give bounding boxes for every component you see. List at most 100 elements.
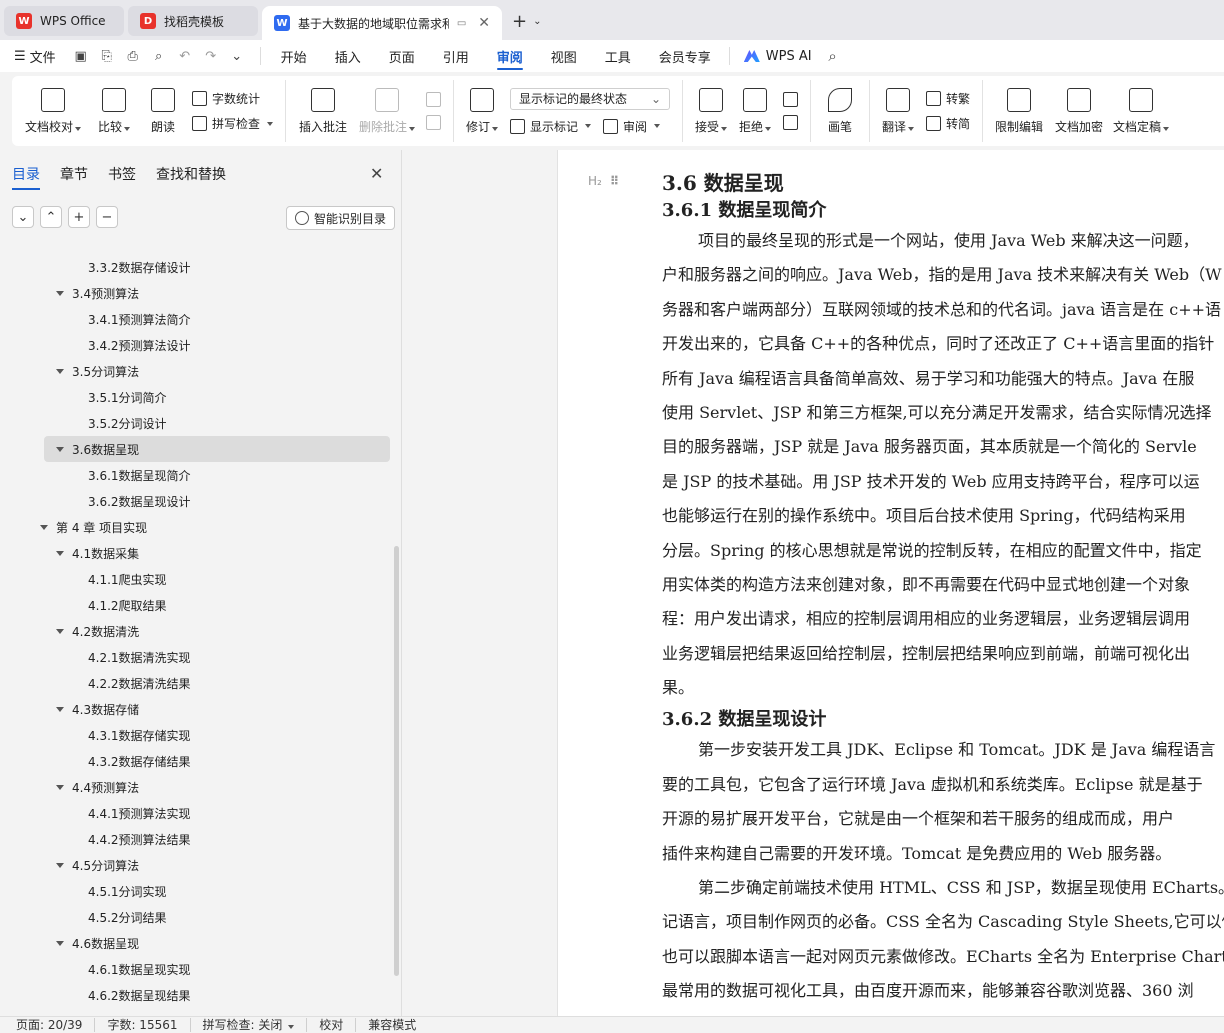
add-heading-icon[interactable]: + [68,206,90,228]
collapse-arrow-icon[interactable] [40,524,48,530]
tab-sections[interactable]: 章节 [60,164,88,190]
smart-toc-button[interactable]: 智能识别目录 [286,206,396,230]
insert-comment-button[interactable]: 插入批注 [292,80,354,142]
to-simplified-button[interactable]: 转简 [926,115,970,132]
toc-item[interactable]: 3.6.2数据呈现设计 [0,488,395,514]
toc-item[interactable]: 4.3.2数据存储结果 [0,748,395,774]
tab-wps-office[interactable]: W WPS Office [4,6,124,36]
tab-page[interactable]: 页面 [389,40,415,72]
next-comment-button[interactable] [426,115,442,130]
drag-handle-icon[interactable]: ⠿ [610,174,619,188]
reject-button[interactable]: 拒绝 [733,80,777,142]
document-page[interactable]: H₂ ⠿ 3.6 数据呈现 3.6.1 数据呈现简介 项目的最终呈现的形式是一个… [557,150,1224,1016]
expand-down-icon[interactable]: ⌄ [12,206,34,228]
screen-icon[interactable]: ▭ [457,18,466,29]
review-pane-button[interactable]: 审阅 [603,118,661,135]
tab-insert[interactable]: 插入 [335,40,361,72]
word-count-button[interactable]: 字数统计 [192,90,273,107]
toc-item[interactable]: 4.1.2爬取结果 [0,592,395,618]
redo-icon[interactable]: ↷ [202,47,220,65]
toc-item[interactable]: 3.5分词算法 [0,358,395,384]
export-icon[interactable]: ⎘ [98,47,116,65]
tab-review[interactable]: 审阅 [496,40,523,72]
close-tab-icon[interactable]: ✕ [478,15,490,31]
collapse-arrow-icon[interactable] [56,446,64,452]
toc-item[interactable]: 4.3数据存储 [0,696,395,722]
previous-change-button[interactable] [783,92,799,107]
encrypt-button[interactable]: 文档加密 [1049,80,1109,142]
tab-tools[interactable]: 工具 [605,40,631,72]
toc-item[interactable]: 4.1数据采集 [0,540,395,566]
remove-heading-icon[interactable]: − [96,206,118,228]
tab-toc[interactable]: 目录 [12,164,40,190]
wps-ai-button[interactable]: WPS AI [743,49,812,64]
collapse-arrow-icon[interactable] [56,550,64,556]
toc-item[interactable]: 4.2.1数据清洗实现 [0,644,395,670]
read-aloud-button[interactable]: 朗读 [140,80,186,142]
toc-item[interactable]: 3.3.2数据存储设计 [0,254,395,280]
toc-item[interactable]: 3.4.2预测算法设计 [0,332,395,358]
previous-comment-button[interactable] [426,92,442,107]
next-change-button[interactable] [783,115,799,130]
toc-item[interactable]: 4.2.2数据清洗结果 [0,670,395,696]
tab-current-document[interactable]: W 基于大数据的地域职位需求和薪 ▭ ✕ [262,6,502,40]
toc-scrollbar[interactable] [394,546,399,976]
collapse-arrow-icon[interactable] [56,368,64,374]
toc-item[interactable]: 4.1.1爬虫实现 [0,566,395,592]
spell-check-button[interactable]: 拼写检查 [192,115,274,132]
collapse-arrow-icon[interactable] [56,862,64,868]
toc-item[interactable]: 4.4预测算法 [0,774,395,800]
tab-find-replace[interactable]: 查找和替换 [156,164,226,190]
toc-item[interactable]: 3.5.1分词简介 [0,384,395,410]
toc-item[interactable]: 4.6.1数据呈现实现 [0,956,395,982]
toc-item[interactable]: 4.4.1预测算法实现 [0,800,395,826]
new-tab-button[interactable]: + ⌄ [512,11,541,32]
page-indicator[interactable]: 页面: 20/39 [16,1018,96,1032]
collapse-arrow-icon[interactable] [56,940,64,946]
accept-button[interactable]: 接受 [689,80,733,142]
collapse-arrow-icon[interactable] [56,706,64,712]
delete-comment-button[interactable]: 删除批注 [354,80,420,142]
restrict-edit-button[interactable]: 限制编辑 [989,80,1049,142]
spell-check-status[interactable]: 拼写检查: 关闭 [191,1018,308,1032]
toc-item[interactable]: 4.5分词算法 [0,852,395,878]
print-preview-icon[interactable]: ⌕ [150,47,168,65]
toc-item[interactable]: 3.4预测算法 [0,280,395,306]
proof-status[interactable]: 校对 [307,1018,357,1032]
markup-state-select[interactable]: 显示标记的最终状态 ⌄ [510,87,671,110]
tab-membership[interactable]: 会员专享 [659,40,711,72]
toc-item[interactable]: 4.6数据呈现 [0,930,395,956]
toc-item[interactable]: 4.5.2分词结果 [0,904,395,930]
toc-item[interactable]: 3.6.1数据呈现简介 [0,462,395,488]
revise-button[interactable]: 修订 [460,80,504,142]
tab-docer-templates[interactable]: D 找稻壳模板 [128,6,258,36]
toc-item[interactable]: 3.6数据呈现 [44,436,390,462]
undo-icon[interactable]: ↶ [176,47,194,65]
close-icon[interactable]: ✕ [370,164,383,183]
toc-item[interactable]: 3.4.1预测算法简介 [0,306,395,332]
doc-check-button[interactable]: 文档校对 [18,80,88,142]
toc-item[interactable]: 4.5.1分词实现 [0,878,395,904]
collapse-arrow-icon[interactable] [56,628,64,634]
collapse-up-icon[interactable]: ⌃ [40,206,62,228]
tab-bookmarks[interactable]: 书签 [108,164,136,190]
toc-item[interactable]: 4.6.2数据呈现结果 [0,982,395,1008]
file-menu[interactable]: ☰ 文件 [14,47,56,66]
word-count-indicator[interactable]: 字数: 15561 [95,1018,191,1032]
toc-item[interactable]: 3.5.2分词设计 [0,410,395,436]
translate-button[interactable]: 翻译 [876,80,920,142]
tab-home[interactable]: 开始 [281,40,307,72]
toc-item[interactable]: 4.3.1数据存储实现 [0,722,395,748]
save-icon[interactable]: ▣ [72,47,90,65]
pen-button[interactable]: 画笔 [817,80,863,142]
collapse-arrow-icon[interactable] [56,290,64,296]
heading-marker[interactable]: H₂ ⠿ [588,174,619,188]
toc-item[interactable]: 第 4 章 项目实现 [0,514,395,540]
toc-item[interactable]: 4.4.2预测算法结果 [0,826,395,852]
collapse-arrow-icon[interactable] [56,784,64,790]
show-markup-button[interactable]: 显示标记 [510,118,592,135]
tab-view[interactable]: 视图 [551,40,577,72]
search-icon[interactable]: ⌕ [824,47,842,65]
to-traditional-button[interactable]: 转繁 [926,90,970,107]
toc-item[interactable]: 4.2数据清洗 [0,618,395,644]
